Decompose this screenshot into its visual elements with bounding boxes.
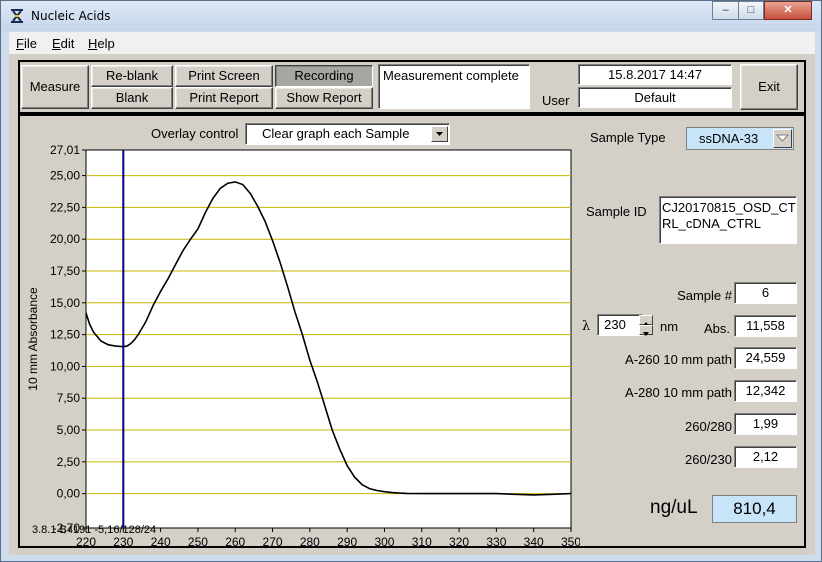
a280-label: A-280 10 mm path <box>625 385 732 400</box>
datetime-display: 15.8.2017 14:47 <box>578 64 732 85</box>
menu-file-mnemonic: F <box>16 36 24 51</box>
print-report-button[interactable]: Print Report <box>175 87 273 109</box>
x-tick-label-5: 270 <box>263 535 283 546</box>
user-label: User <box>542 93 570 108</box>
x-tick-label-13: 350 <box>561 535 580 546</box>
app-window: Nucleic Acids – □ ✕ File Edit Help Measu… <box>0 0 822 562</box>
sample-type-dropdown-button[interactable] <box>773 129 792 148</box>
sample-id-field[interactable]: CJ20170815_OSD_CT RL_cDNA_CTRL <box>659 196 797 244</box>
lambda-unit: nm <box>660 319 679 334</box>
main-panel: Overlay control Clear graph each Sample … <box>18 114 806 548</box>
menu-edit-mnemonic: E <box>52 36 61 51</box>
menu-file-label: ile <box>23 36 37 51</box>
sample-id-line-2: RL_cDNA_CTRL <box>662 216 761 231</box>
lambda-decrement-button[interactable] <box>639 325 653 336</box>
status-box: Measurement complete <box>378 64 530 109</box>
y-tick-label-6: 12,50 <box>50 328 80 342</box>
ratio-260-280-field: 1,99 <box>734 413 797 435</box>
ratio-260-230-field: 2,12 <box>734 446 797 468</box>
x-tick-label-12: 340 <box>524 535 544 546</box>
close-button[interactable]: ✕ <box>764 1 812 20</box>
y-tick-label-1: 25,00 <box>50 169 80 183</box>
blank-button[interactable]: Blank <box>91 87 173 109</box>
x-tick-label-1: 230 <box>113 535 133 546</box>
menu-edit[interactable]: Edit <box>52 36 74 51</box>
sample-type-dropdown[interactable]: ssDNA-33 <box>686 127 794 150</box>
lambda-symbol: λ <box>582 319 591 334</box>
x-tick-label-4: 260 <box>225 535 245 546</box>
print-screen-button[interactable]: Print Screen <box>175 65 273 87</box>
show-report-button[interactable]: Show Report <box>275 87 373 109</box>
concentration-field: 810,4 <box>712 495 797 523</box>
concentration-unit-label: ng/uL <box>650 497 698 518</box>
lambda-spinner[interactable] <box>639 315 653 336</box>
lambda-increment-button[interactable] <box>639 315 653 326</box>
toolbar: Measure Re-blank Blank Print Screen Prin… <box>18 60 806 114</box>
menu-file[interactable]: File <box>16 36 37 51</box>
ratio-260-230-label: 260/230 <box>685 452 732 467</box>
lambda-input[interactable]: 230 <box>597 314 643 336</box>
minimize-button[interactable]: – <box>712 1 739 20</box>
version-info: 3.8.1 B4191 -5,16/128/24 <box>32 524 157 536</box>
lambda-value: 230 <box>604 317 626 332</box>
user-field[interactable]: Default <box>578 87 732 108</box>
y-tick-label-7: 10,00 <box>50 359 80 373</box>
exit-button[interactable]: Exit <box>740 64 798 110</box>
close-icon: ✕ <box>783 4 793 16</box>
x-tick-label-10: 320 <box>449 535 469 546</box>
y-tick-label-11: 0,00 <box>57 487 81 501</box>
y-tick-label-0: 27,01 <box>50 143 80 157</box>
y-tick-label-3: 20,00 <box>50 232 80 246</box>
sample-id-label: Sample ID <box>586 204 647 219</box>
x-tick-label-2: 240 <box>151 535 171 546</box>
sample-type-value: ssDNA-33 <box>699 131 759 146</box>
y-axis-label: 10 mm Absorbance <box>26 287 40 391</box>
y-tick-label-10: 2,50 <box>57 455 81 469</box>
menu-bar: File Edit Help <box>9 32 815 54</box>
x-tick-label-0: 220 <box>76 535 96 546</box>
abs-field: 11,558 <box>734 315 797 337</box>
y-tick-label-9: 5,00 <box>57 423 81 437</box>
minimize-icon: – <box>722 4 729 16</box>
reblank-button[interactable]: Re-blank <box>91 65 173 87</box>
x-tick-label-8: 300 <box>374 535 394 546</box>
measure-button[interactable]: Measure <box>21 65 89 109</box>
a260-field: 24,559 <box>734 347 797 369</box>
y-tick-label-5: 15,00 <box>50 296 80 310</box>
menu-help-mnemonic: H <box>88 36 98 51</box>
x-tick-label-11: 330 <box>486 535 506 546</box>
menu-help[interactable]: Help <box>88 36 115 51</box>
title-bar[interactable]: Nucleic Acids – □ ✕ <box>1 1 821 31</box>
maximize-button[interactable]: □ <box>738 1 764 20</box>
x-tick-label-9: 310 <box>412 535 432 546</box>
a280-field: 12,342 <box>734 380 797 402</box>
window-title: Nucleic Acids <box>31 9 111 23</box>
app-icon <box>11 9 23 23</box>
y-tick-label-4: 17,50 <box>50 264 80 278</box>
sample-number-label: Sample # <box>677 288 732 303</box>
menu-help-label: elp <box>97 36 115 51</box>
ratio-260-280-label: 260/280 <box>685 419 732 434</box>
x-tick-label-3: 250 <box>188 535 208 546</box>
sample-id-line-1: CJ20170815_OSD_CT <box>662 200 796 215</box>
chevron-down-icon <box>775 134 790 142</box>
sample-type-label: Sample Type <box>590 130 666 145</box>
sample-number-field: 6 <box>734 282 797 304</box>
maximize-icon: □ <box>747 4 755 16</box>
abs-label: Abs. <box>704 321 731 336</box>
menu-edit-label: dit <box>60 36 75 51</box>
recording-toggle[interactable]: Recording <box>275 65 373 87</box>
y-tick-label-2: 22,50 <box>50 200 80 214</box>
x-tick-label-6: 280 <box>300 535 320 546</box>
a260-label: A-260 10 mm path <box>625 352 732 367</box>
client-area: Measure Re-blank Blank Print Screen Prin… <box>9 54 815 555</box>
absorbance-chart[interactable]: 27,01 25,00 22,50 20,00 17,50 15,00 12,50 10,00… <box>20 116 580 546</box>
x-tick-label-7: 290 <box>337 535 357 546</box>
plot-area <box>85 149 572 529</box>
y-tick-label-8: 7,50 <box>57 391 81 405</box>
chevron-down-icon <box>643 332 649 336</box>
